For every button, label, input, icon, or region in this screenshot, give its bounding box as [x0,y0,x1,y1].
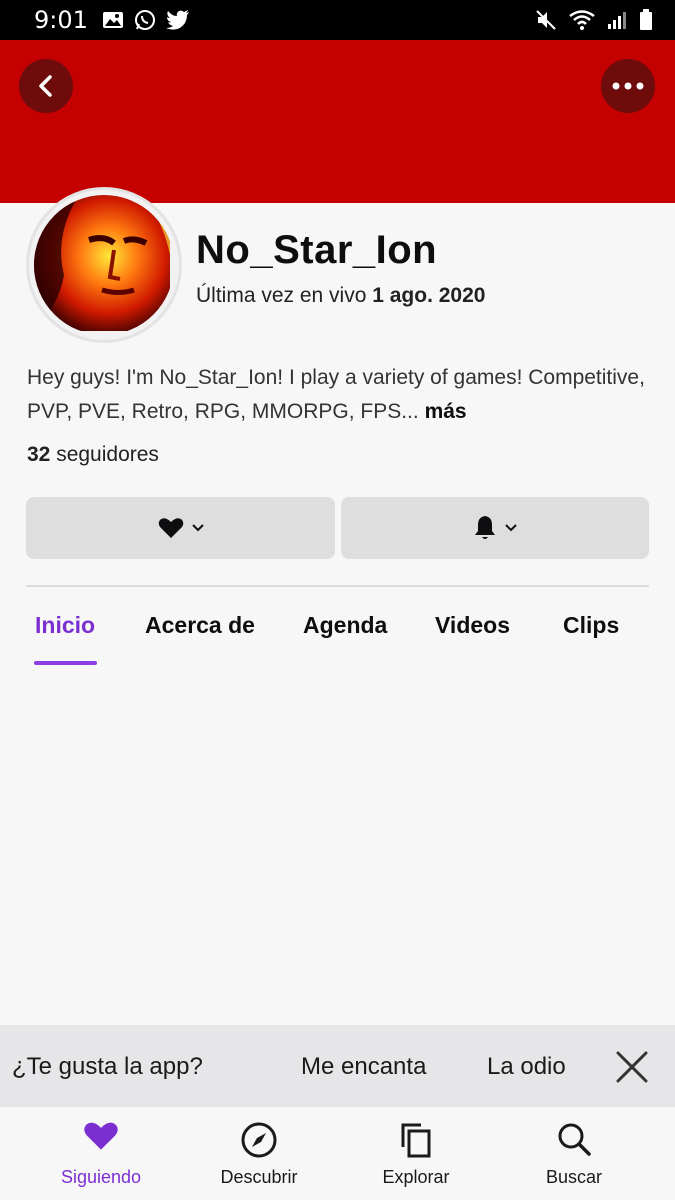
channel-name: No_Star_Ion [196,228,438,272]
nav-label: Siguiendo [60,1167,142,1187]
last-live-label: Última vez en vivo [196,284,367,307]
active-tab-indicator [34,661,97,665]
chevron-down-icon [505,524,517,532]
wifi-icon [569,10,595,30]
avatar-image [34,195,170,331]
nav-label: Explorar [382,1167,450,1187]
image-icon [102,12,123,28]
profile-tabs: Inicio Acerca de Agenda Videos Clips [0,612,675,668]
followers-label: seguidores [56,443,159,466]
tab-videos[interactable]: Videos [435,612,510,639]
nav-siguiendo[interactable]: Siguiendo [26,1107,176,1200]
nav-explorar[interactable]: Explorar [341,1107,491,1200]
heart-icon [84,1122,118,1150]
chevron-left-icon [39,75,52,97]
status-time: 9:01 [34,6,88,34]
tab-clips[interactable]: Clips [563,612,619,639]
bottom-navigation: Siguiendo Descubrir Explorar Buscar [0,1107,675,1200]
bio-text: Hey guys! I'm No_Star_Ion! I play a vari… [27,366,645,423]
tab-agenda[interactable]: Agenda [303,612,387,639]
last-live-info: Última vez en vivo 1 ago. 2020 [196,284,485,308]
divider [26,585,649,587]
chevron-down-icon [191,524,204,532]
nav-label: Buscar [545,1167,603,1187]
rating-hate-button[interactable]: La odio [487,1053,566,1081]
whatsapp-icon [134,10,155,30]
bio-ellipsis: ... [401,400,419,423]
nav-label: Descubrir [220,1167,298,1187]
avatar[interactable] [26,187,182,343]
signal-icon [608,12,626,29]
more-options-button[interactable] [601,59,655,113]
mute-icon [536,10,556,30]
followers-number: 32 [27,443,51,466]
more-horizontal-icon [612,82,644,90]
heart-icon [158,518,183,538]
rating-love-button[interactable]: Me encanta [301,1053,426,1081]
tab-acerca-de[interactable]: Acerca de [145,612,255,639]
compass-icon [241,1122,277,1158]
channel-bio: Hey guys! I'm No_Star_Ion! I play a vari… [27,361,652,429]
followers-count: 32 seguidores [27,443,159,467]
bell-icon [475,516,495,539]
rating-question: ¿Te gusta la app? [12,1053,203,1080]
nav-buscar[interactable]: Buscar [499,1107,649,1200]
nav-descubrir[interactable]: Descubrir [184,1107,334,1200]
last-live-date: 1 ago. 2020 [372,284,486,307]
app-rating-bar: ¿Te gusta la app? Me encanta La odio [0,1025,675,1107]
back-button[interactable] [19,59,73,113]
profile-banner [0,40,675,203]
copy-icon [401,1123,431,1158]
tab-inicio[interactable]: Inicio [35,612,95,639]
notifications-button[interactable] [341,497,649,559]
status-bar: 9:01 [0,0,675,40]
twitter-icon [165,10,189,30]
bio-more-link[interactable]: más [425,400,467,423]
close-icon[interactable] [612,1047,652,1087]
battery-icon [640,9,652,30]
follow-button[interactable] [26,497,335,559]
search-icon [558,1123,591,1156]
